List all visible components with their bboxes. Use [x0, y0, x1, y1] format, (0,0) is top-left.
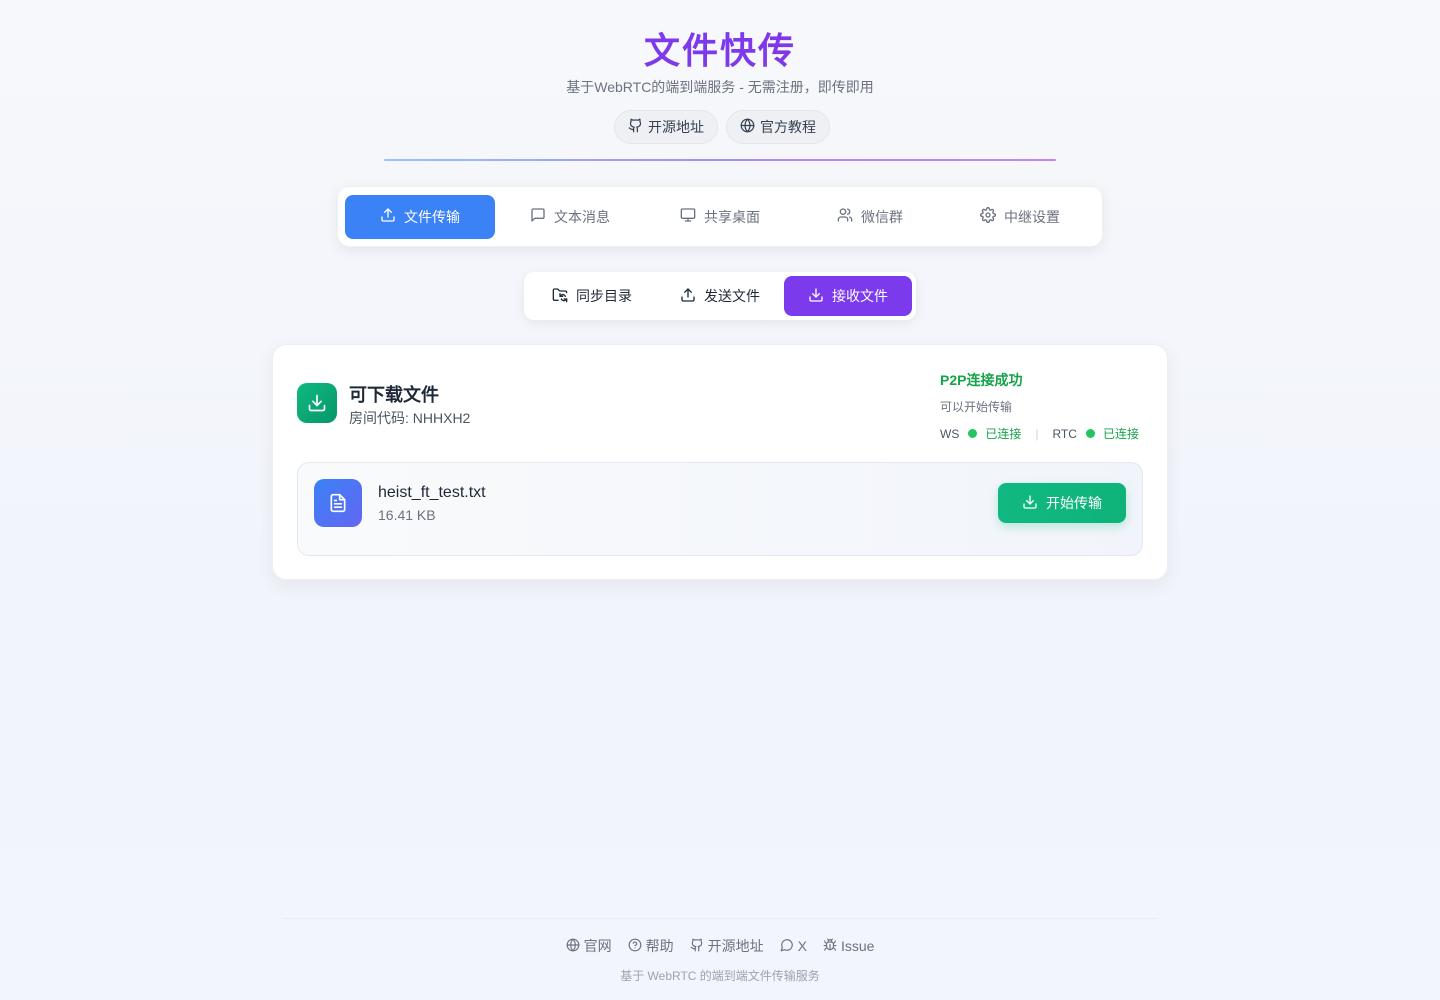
start-transfer-label: 开始传输 [1046, 495, 1102, 511]
monitor-icon [680, 207, 696, 226]
status-separator: | [1035, 426, 1039, 441]
tab-relay-settings[interactable]: 中继设置 [945, 195, 1095, 239]
footer-link-label: X [797, 938, 807, 954]
chat-icon [780, 938, 794, 955]
tab-receive-file[interactable]: 接收文件 [784, 276, 912, 316]
sub-tab-label: 发送文件 [704, 288, 760, 304]
github-link-label: 开源地址 [648, 119, 704, 135]
footer-link-label: 开源地址 [707, 938, 764, 954]
globe-icon [740, 118, 755, 136]
bug-icon [823, 938, 837, 955]
github-icon [628, 118, 643, 136]
github-link-button[interactable]: 开源地址 [614, 110, 718, 144]
tab-label: 共享桌面 [704, 208, 760, 225]
tab-label: 中继设置 [1004, 208, 1060, 225]
card-title: 可下载文件 [349, 385, 439, 405]
main-tabs: 文件传输 文本消息 共享桌面 微信群 中继设置 [337, 186, 1103, 247]
footer-link-x[interactable]: X [780, 936, 807, 956]
file-text-icon [314, 479, 362, 527]
upload-icon [680, 287, 696, 306]
footer-link-label: Issue [840, 938, 875, 954]
app-title: 文件快传 [0, 22, 1440, 74]
rtc-status-dot [1085, 429, 1095, 438]
message-icon [530, 207, 546, 226]
ws-label: WS [940, 426, 960, 441]
download-icon [1022, 494, 1038, 513]
status-title: P2P连接成功 [940, 372, 1023, 388]
sub-tabs: 同步目录 发送文件 接收文件 [524, 272, 916, 320]
tab-sync-directory[interactable]: 同步目录 [528, 276, 656, 316]
status-subtitle: 可以开始传输 [940, 400, 1013, 414]
footer-link-website[interactable]: 官网 [566, 936, 612, 956]
sub-tab-label: 接收文件 [832, 288, 888, 304]
users-icon [837, 207, 853, 226]
room-code: 房间代码: NHHXH2 [349, 410, 471, 426]
file-list-item: heist_ft_test.txt 16.41 KB 开始传输 [297, 462, 1143, 556]
upload-icon [380, 207, 396, 226]
footer-note: 基于 WebRTC 的端到端文件传输服务 [620, 969, 820, 983]
header-divider [384, 159, 1056, 161]
start-transfer-button[interactable]: 开始传输 [998, 483, 1126, 523]
gear-icon [980, 207, 996, 226]
tab-file-transfer[interactable]: 文件传输 [345, 194, 495, 239]
tab-share-desktop[interactable]: 共享桌面 [645, 195, 795, 239]
download-icon [297, 383, 337, 423]
connection-status: P2P连接成功 可以开始传输 WS 已连接 | RTC 已连接 [940, 370, 1150, 442]
footer-link-github[interactable]: 开源地址 [690, 936, 764, 956]
file-name: heist_ft_test.txt [378, 484, 486, 501]
help-circle-icon [628, 938, 642, 955]
tab-label: 文本消息 [554, 208, 610, 225]
status-row: WS 已连接 | RTC 已连接 [940, 425, 1150, 442]
footer-link-issue[interactable]: Issue [823, 936, 874, 956]
footer-link-help[interactable]: 帮助 [628, 936, 674, 956]
rtc-label: RTC [1052, 426, 1077, 441]
footer-links: 官网 帮助 开源地址 X Issue [0, 936, 1440, 956]
tab-text-message[interactable]: 文本消息 [495, 195, 645, 239]
tab-send-file[interactable]: 发送文件 [656, 276, 784, 316]
footer-divider [282, 918, 1158, 919]
sub-tab-label: 同步目录 [576, 288, 632, 304]
footer-link-label: 官网 [583, 938, 612, 954]
github-icon [690, 938, 704, 955]
folder-sync-icon [552, 287, 568, 306]
tutorial-link-button[interactable]: 官方教程 [726, 110, 830, 144]
rtc-state: 已连接 [1102, 427, 1139, 441]
app-subtitle: 基于WebRTC的端到端服务 - 无需注册，即传即用 [566, 79, 874, 95]
footer-link-label: 帮助 [645, 938, 674, 954]
downloadable-files-card: 可下载文件 房间代码: NHHXH2 P2P连接成功 可以开始传输 WS 已连接… [272, 344, 1168, 580]
tab-label: 文件传输 [404, 208, 460, 225]
tab-label: 微信群 [861, 208, 903, 225]
file-size: 16.41 KB [378, 507, 436, 523]
ws-state: 已连接 [985, 427, 1022, 441]
download-icon [808, 287, 824, 306]
globe-icon [566, 938, 580, 955]
tutorial-link-label: 官方教程 [760, 119, 816, 135]
ws-status-dot [968, 429, 978, 438]
tab-wechat-group[interactable]: 微信群 [795, 195, 945, 239]
header-links: 开源地址 官方教程 [614, 110, 830, 144]
